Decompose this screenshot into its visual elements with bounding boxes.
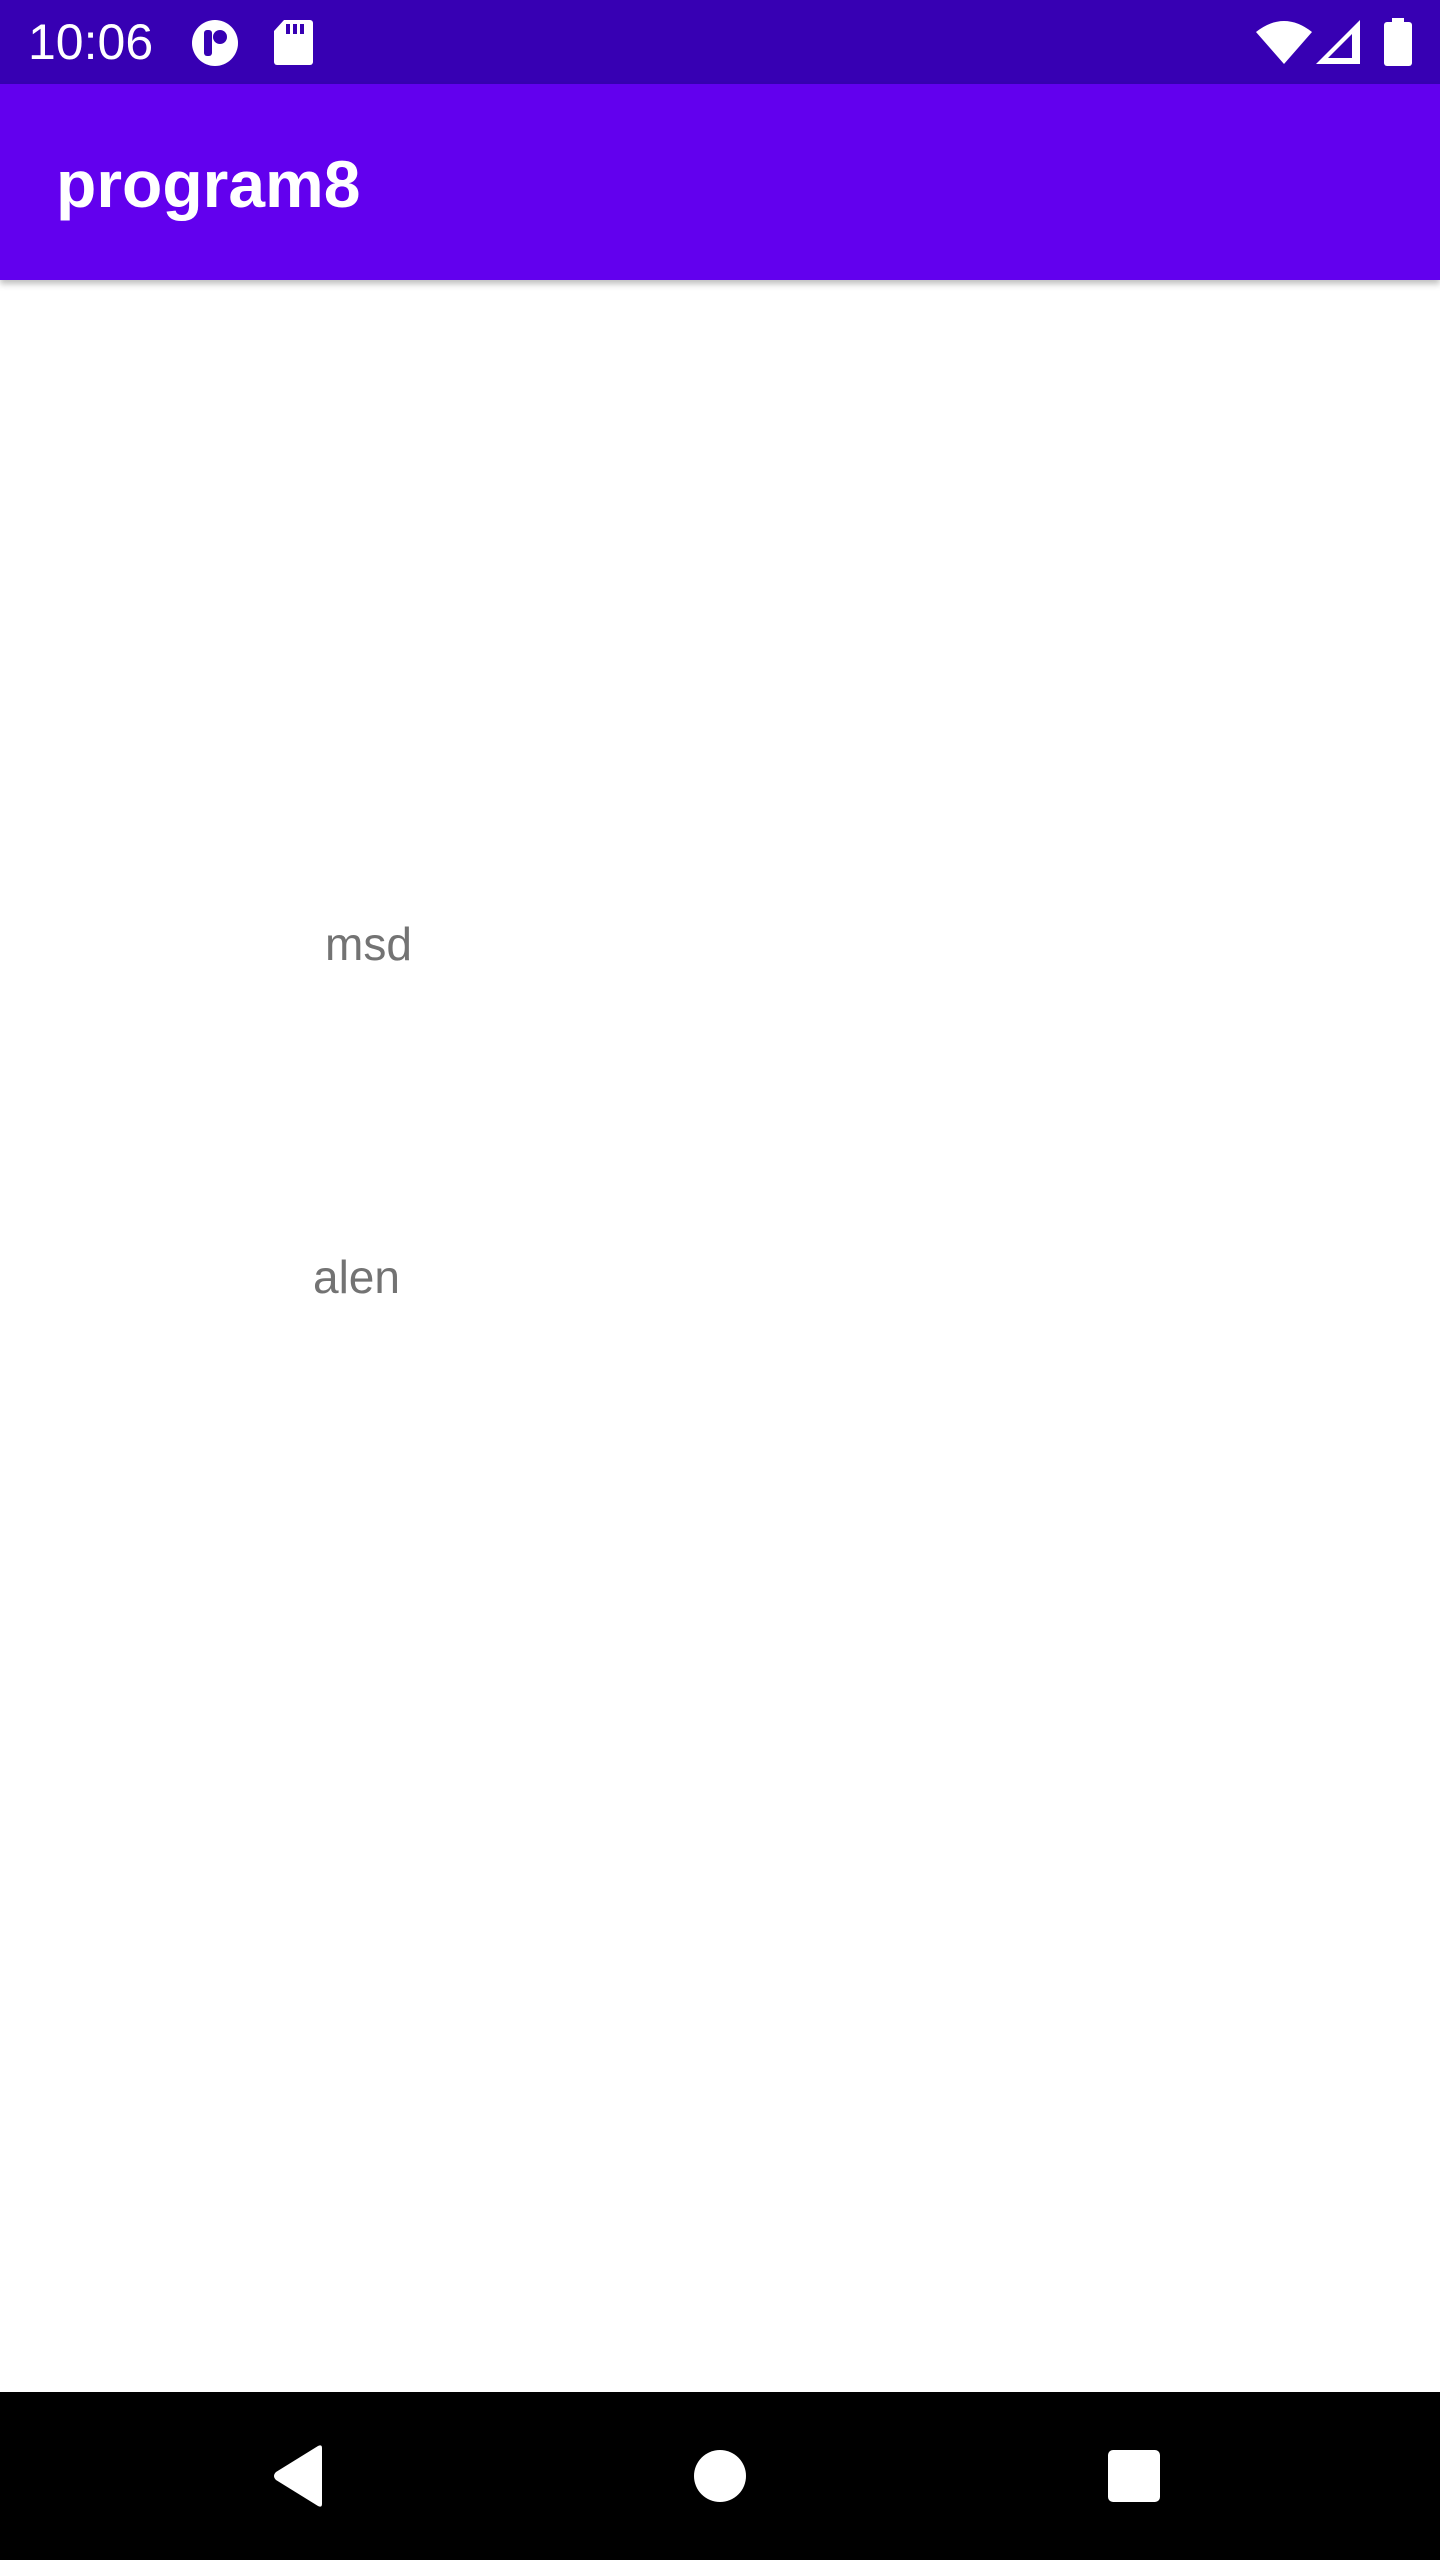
navigation-bar (0, 2392, 1440, 2560)
status-time: 10:06 (28, 14, 154, 70)
back-icon (274, 2445, 322, 2507)
text-item-msd: msd (325, 918, 412, 970)
app-title: program8 (56, 147, 361, 221)
content-area: msd alen (0, 280, 1440, 2392)
status-bar: 10:06 (0, 0, 1440, 84)
battery-icon (1384, 18, 1412, 71)
home-icon (694, 2450, 746, 2502)
app-notification-icon (190, 18, 240, 73)
wifi-icon (1256, 20, 1312, 69)
text-item-alen: alen (313, 1251, 400, 1303)
screen: 10:06 program8 msd alen (0, 0, 1440, 2560)
recents-icon (1108, 2450, 1160, 2502)
sd-card-icon (272, 18, 314, 71)
back-button[interactable] (250, 2426, 350, 2526)
recents-button[interactable] (1084, 2426, 1184, 2526)
app-bar: program8 (0, 84, 1440, 280)
cellular-signal-icon (1316, 20, 1360, 69)
home-button[interactable] (670, 2426, 770, 2526)
